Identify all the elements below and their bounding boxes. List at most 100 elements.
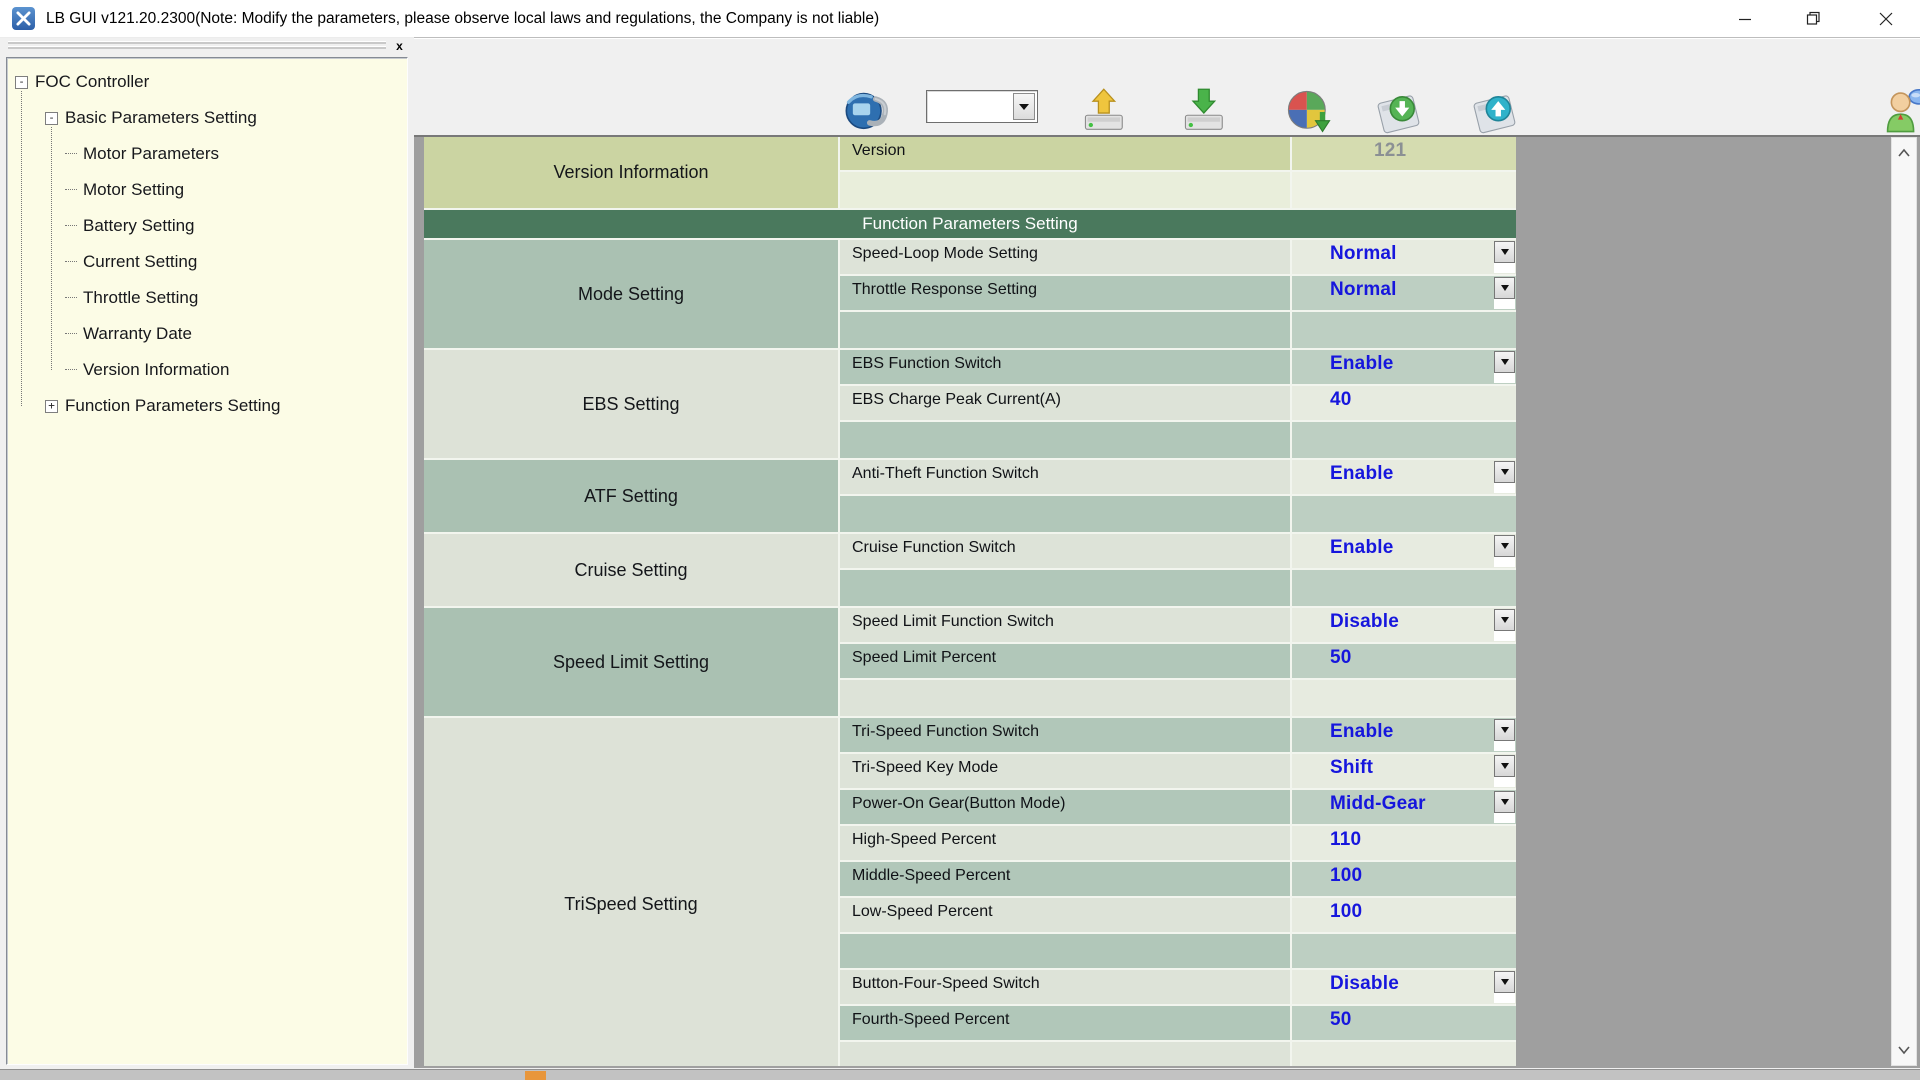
param-value-text: Normal — [1330, 279, 1397, 300]
tree-connector-dash — [65, 297, 77, 299]
scroll-up-button[interactable] — [1892, 140, 1916, 166]
tree-item-warranty-date[interactable]: Warranty Date — [65, 316, 192, 352]
chevron-up-icon — [1896, 148, 1912, 158]
param-value[interactable]: Normal — [1292, 240, 1516, 274]
sidebar-grip-handle[interactable] — [8, 41, 386, 53]
dropdown-button[interactable] — [1494, 755, 1515, 777]
param-value[interactable]: Enable — [1292, 350, 1516, 384]
tree-expander-plus-icon[interactable]: + — [45, 400, 58, 413]
scroll-down-button[interactable] — [1892, 1037, 1916, 1063]
param-name: Anti-Theft Function Switch — [840, 460, 1292, 494]
param-value — [1292, 934, 1516, 968]
tree-item-current-setting[interactable]: Current Setting — [65, 244, 197, 280]
dropdown-button[interactable] — [1494, 609, 1515, 631]
param-value-text: Disable — [1330, 611, 1399, 632]
param-name: Power-On Gear(Button Mode) — [840, 790, 1292, 824]
param-value-text: Midd-Gear — [1330, 793, 1426, 814]
language-button[interactable] — [1880, 86, 1920, 138]
combo-edit-area — [1494, 263, 1515, 273]
table-row — [840, 680, 1516, 716]
param-value — [1292, 496, 1516, 532]
param-value[interactable]: 121 — [1292, 137, 1516, 170]
param-value[interactable]: Disable — [1292, 608, 1516, 642]
tree-item-basic-parameters-setting[interactable]: -Basic Parameters Setting — [45, 100, 257, 136]
table-row: Tri-Speed Function SwitchEnable — [840, 718, 1516, 754]
tree-item-motor-parameters[interactable]: Motor Parameters — [65, 136, 219, 172]
chevron-down-icon — [1501, 543, 1509, 549]
download-button[interactable] — [1180, 86, 1232, 138]
import-button[interactable] — [1373, 86, 1425, 138]
tree-item-function-parameters-setting[interactable]: +Function Parameters Setting — [45, 388, 280, 424]
combo-edit-area — [1494, 299, 1515, 309]
section-label: Mode Setting — [424, 240, 840, 348]
tree-connector-dash — [65, 225, 77, 227]
connect-button[interactable] — [842, 86, 894, 138]
tree-connector-dash — [65, 189, 77, 191]
section-rows: Speed Limit Function SwitchDisableSpeed … — [840, 608, 1516, 716]
param-value[interactable]: 50 — [1292, 644, 1516, 678]
table-row: Speed-Loop Mode SettingNormal — [840, 240, 1516, 276]
param-name — [840, 496, 1292, 532]
dropdown-button[interactable] — [1494, 791, 1515, 813]
tree-item-foc-controller[interactable]: -FOC Controller — [15, 64, 149, 100]
section-rows: Version121 — [840, 137, 1516, 208]
param-value[interactable]: Enable — [1292, 534, 1516, 568]
app-logo-glyph — [16, 11, 31, 26]
sidebar-close-button[interactable]: x — [391, 39, 408, 55]
default-button[interactable] — [1283, 86, 1335, 138]
section-label: Version Information — [424, 137, 840, 208]
connect-icon — [842, 86, 894, 138]
tree-item-label: Motor Setting — [83, 172, 184, 208]
chevron-down-icon — [1019, 104, 1029, 110]
tree-item-battery-setting[interactable]: Battery Setting — [65, 208, 195, 244]
minimize-button[interactable] — [1716, 0, 1774, 37]
tree-expander-minus-icon[interactable]: - — [45, 112, 58, 125]
param-value[interactable]: Disable — [1292, 970, 1516, 1004]
dropdown-button[interactable] — [1494, 461, 1515, 483]
table-scrollbar[interactable] — [1891, 137, 1917, 1066]
title-bar: LB GUI v121.20.2300(Note: Modify the par… — [0, 0, 1920, 38]
param-value[interactable]: 100 — [1292, 898, 1516, 932]
tree-item-throttle-setting[interactable]: Throttle Setting — [65, 280, 198, 316]
close-button[interactable] — [1852, 0, 1920, 37]
table-row: Button-Four-Speed SwitchDisable — [840, 970, 1516, 1006]
export-button[interactable] — [1469, 86, 1521, 138]
dropdown-button[interactable] — [1494, 351, 1515, 373]
param-value[interactable]: Enable — [1292, 460, 1516, 494]
param-value-text: 50 — [1330, 647, 1352, 668]
param-value[interactable]: 40 — [1292, 386, 1516, 420]
tree-expander-minus-icon[interactable]: - — [15, 76, 28, 89]
uartport-dropdown-button[interactable] — [1013, 93, 1035, 120]
table-row — [840, 934, 1516, 970]
uartport-combobox[interactable] — [926, 90, 1038, 123]
param-name: Throttle Response Setting — [840, 276, 1292, 310]
section-label: ATF Setting — [424, 460, 840, 532]
export-icon — [1469, 86, 1521, 138]
dropdown-button[interactable] — [1494, 971, 1515, 993]
param-value[interactable]: 50 — [1292, 1006, 1516, 1040]
dropdown-button[interactable] — [1494, 535, 1515, 557]
param-value[interactable]: Midd-Gear — [1292, 790, 1516, 824]
param-value-text: Shift — [1330, 757, 1373, 778]
param-value[interactable]: Enable — [1292, 718, 1516, 752]
dropdown-button[interactable] — [1494, 719, 1515, 741]
combo-edit-area — [1494, 483, 1515, 493]
dropdown-button[interactable] — [1494, 277, 1515, 299]
taskbar-app-indicator[interactable] — [525, 1071, 546, 1080]
param-value[interactable]: Normal — [1292, 276, 1516, 310]
tree-connector-dash — [65, 153, 77, 155]
param-value[interactable]: 100 — [1292, 862, 1516, 896]
upload-button[interactable] — [1080, 86, 1132, 138]
table-row: Low-Speed Percent100 — [840, 898, 1516, 934]
param-name: Cruise Function Switch — [840, 534, 1292, 568]
restore-button[interactable] — [1784, 0, 1842, 37]
tree-item-version-information[interactable]: Version Information — [65, 352, 229, 388]
tree-connector-dash — [65, 369, 77, 371]
param-value[interactable]: 110 — [1292, 826, 1516, 860]
tree-item-motor-setting[interactable]: Motor Setting — [65, 172, 184, 208]
param-value-text: 40 — [1330, 389, 1352, 410]
param-value[interactable]: Shift — [1292, 754, 1516, 788]
dropdown-button[interactable] — [1494, 241, 1515, 263]
chevron-down-icon — [1501, 763, 1509, 769]
tree-connector-dash — [65, 333, 77, 335]
